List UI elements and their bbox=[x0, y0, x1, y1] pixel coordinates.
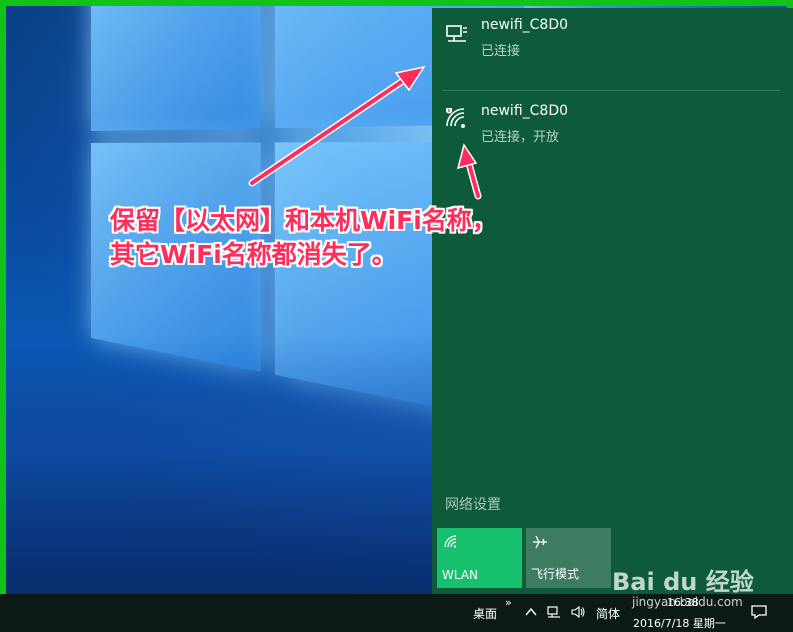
network-item-wifi[interactable]: newifi_C8D0 已连接，开放 bbox=[432, 94, 793, 164]
network-status: 已连接 bbox=[481, 44, 521, 59]
airplane-icon bbox=[533, 535, 547, 549]
toolbar-overflow-button[interactable]: » bbox=[505, 596, 512, 609]
network-tray-icon[interactable] bbox=[546, 604, 562, 620]
wifi-secured-icon bbox=[446, 108, 465, 128]
separator bbox=[442, 90, 780, 91]
chevron-up-icon[interactable] bbox=[523, 604, 539, 620]
callout-line-1: 保留【以太网】和本机WiFi名称， bbox=[110, 206, 497, 235]
network-name: newifi_C8D0 bbox=[481, 17, 569, 33]
callout-line-2: 其它WiFi名称都消失了。 bbox=[110, 240, 397, 269]
annotation-callout: 保留【以太网】和本机WiFi名称， 其它WiFi名称都消失了。 bbox=[110, 204, 630, 272]
network-status: 已连接，开放 bbox=[481, 130, 560, 145]
clock-date[interactable]: 2016/7/18 星期一 bbox=[633, 615, 726, 631]
baidu-watermark: Bai du 经验 jingyan.baidu.com bbox=[612, 562, 754, 609]
tile-label: 飞行模式 bbox=[531, 567, 580, 581]
network-settings-link[interactable]: 网络设置 bbox=[445, 494, 501, 514]
desktop-toolbar[interactable]: 桌面 bbox=[473, 605, 497, 622]
wlan-toggle-tile[interactable]: WLAN bbox=[437, 528, 522, 588]
airplane-mode-tile[interactable]: 飞行模式 bbox=[526, 528, 611, 588]
tile-label: WLAN bbox=[442, 568, 479, 582]
action-center-icon[interactable] bbox=[750, 603, 768, 621]
volume-icon[interactable] bbox=[570, 604, 586, 620]
watermark-logo: Bai du 经验 bbox=[612, 568, 754, 596]
watermark-url: jingyan.baidu.com bbox=[632, 595, 743, 609]
wifi-icon bbox=[444, 535, 457, 548]
ethernet-icon bbox=[446, 25, 467, 42]
network-name: newifi_C8D0 bbox=[481, 103, 569, 119]
network-item-ethernet[interactable]: newifi_C8D0 已连接 bbox=[432, 8, 793, 78]
input-method-indicator[interactable]: 简体 bbox=[596, 605, 620, 622]
network-flyout: newifi_C8D0 已连接 newifi_C8D0 已连接，开放 网络设置 … bbox=[432, 8, 793, 594]
